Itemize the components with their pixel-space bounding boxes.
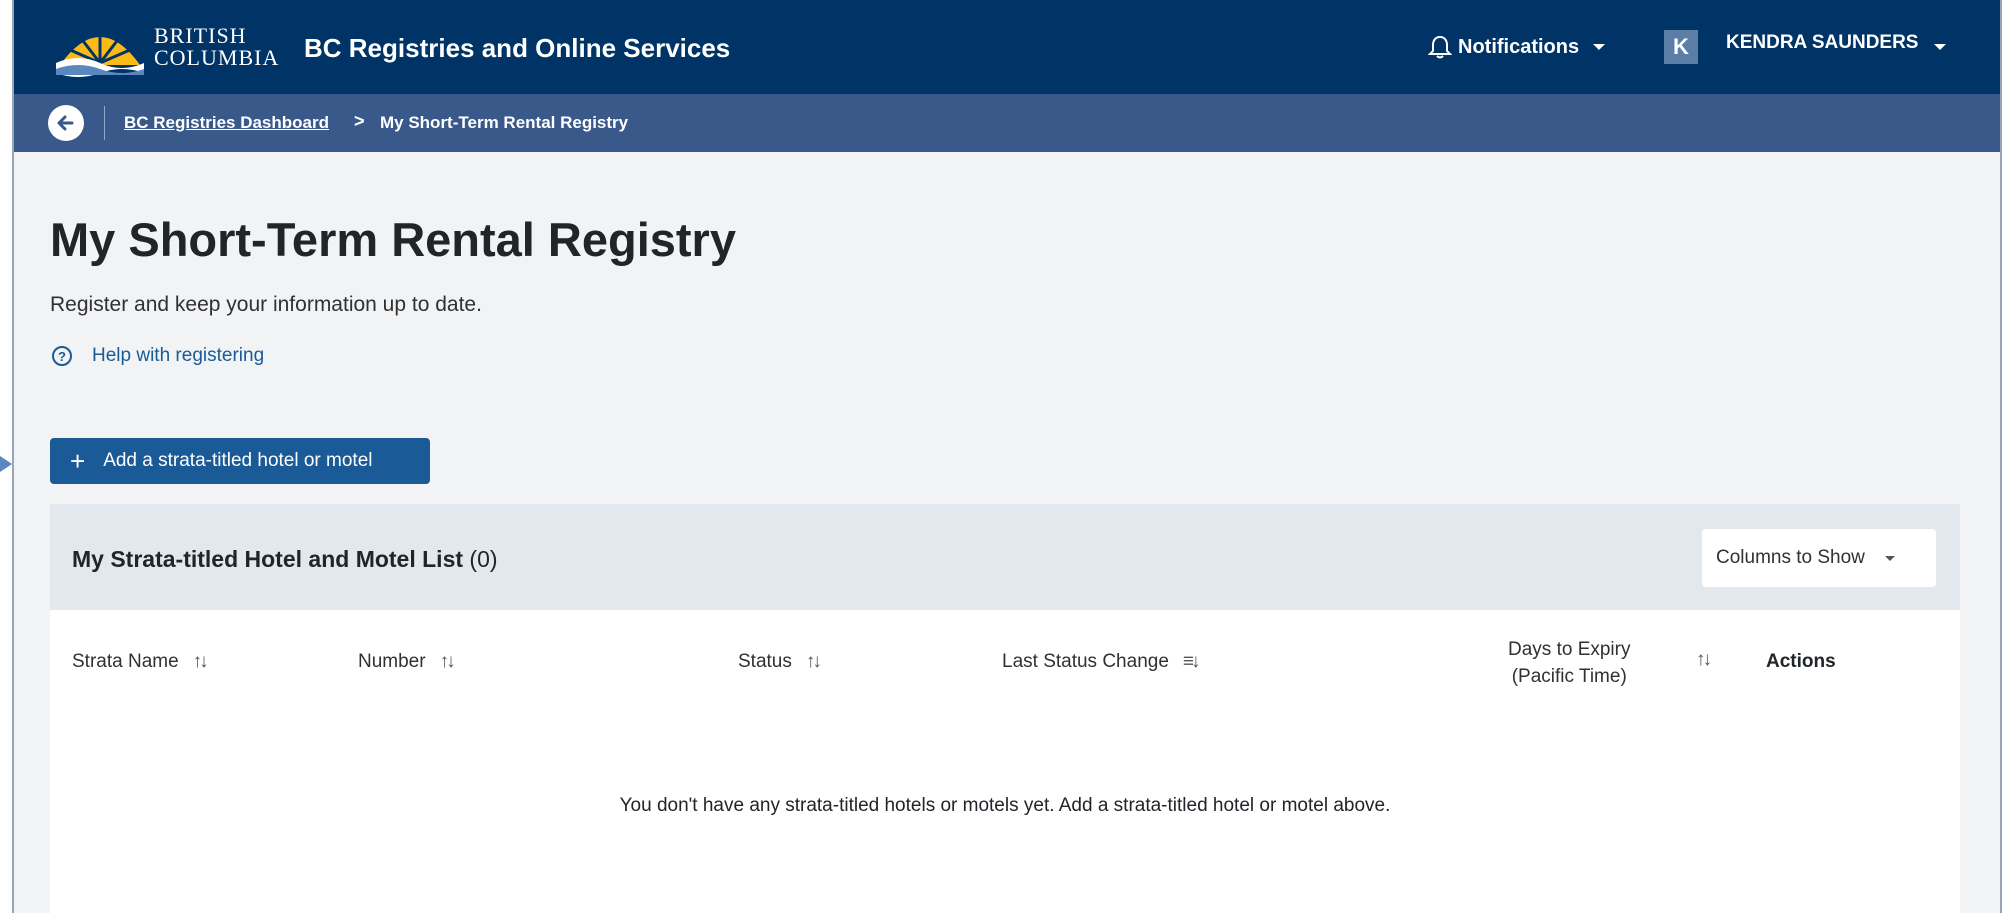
avatar: K (1664, 30, 1698, 64)
breadcrumb-divider (104, 106, 105, 140)
column-header-status[interactable]: Status ↑↓ (738, 651, 822, 673)
back-button[interactable] (48, 105, 84, 141)
notifications-label: Notifications (1458, 35, 1580, 58)
hotel-list-title: My Strata-titled Hotel and Motel List (0… (72, 546, 498, 573)
hotel-list-card: My Strata-titled Hotel and Motel List (0… (50, 504, 1960, 913)
breadcrumb: BC Registries Dashboard > My Short-Term … (14, 94, 2000, 152)
bc-logo[interactable]: BRITISH COLUMBIA (54, 12, 294, 82)
user-name: KENDRA SAUNDERS (1726, 32, 1919, 53)
hotel-list-header: My Strata-titled Hotel and Motel List (0… (50, 504, 1960, 610)
sort-icon[interactable]: ↑↓ (1696, 649, 1712, 671)
app-title[interactable]: BC Registries and Online Services (304, 33, 730, 64)
column-label: Last Status Change (1002, 651, 1169, 672)
chevron-down-icon (1934, 44, 1947, 50)
notifications-menu[interactable]: Notifications (1428, 34, 1606, 60)
column-label: Status (738, 651, 792, 672)
arrow-left-icon (57, 115, 74, 131)
empty-state-message: You don't have any strata-titled hotels … (619, 795, 1391, 816)
sort-desc-icon[interactable]: ≡↓ (1183, 651, 1201, 673)
column-header-last-status-change[interactable]: Last Status Change ≡↓ (1002, 651, 1201, 673)
help-link-label: Help with registering (92, 345, 265, 366)
column-header-strata-name[interactable]: Strata Name ↑↓ (72, 651, 209, 673)
chevron-down-icon (1884, 555, 1895, 561)
help-link[interactable]: ? Help with registering (52, 345, 264, 367)
column-label-line-1: Days to Expiry (1508, 639, 1631, 660)
sort-icon[interactable]: ↑↓ (806, 651, 822, 673)
sort-icon[interactable]: ↑↓ (440, 651, 456, 673)
column-label: Number (358, 651, 426, 672)
app-frame: BRITISH COLUMBIA BC Registries and Onlin… (12, 0, 2002, 913)
user-menu[interactable]: K KENDRA SAUNDERS (1664, 30, 1947, 64)
chevron-down-icon (1593, 44, 1606, 50)
column-header-days-to-expiry[interactable]: Days to Expiry (Pacific Time) (1508, 636, 1630, 690)
page-subtitle: Register and keep your information up to… (50, 293, 482, 316)
top-header: BRITISH COLUMBIA BC Registries and Onlin… (14, 0, 2000, 94)
logo-line-2: COLUMBIA (154, 45, 280, 70)
add-hotel-button[interactable]: + Add a strata-titled hotel or motel (50, 438, 430, 484)
column-header-actions: Actions (1766, 651, 1836, 672)
add-hotel-button-label: Add a strata-titled hotel or motel (103, 450, 373, 471)
breadcrumb-current: My Short-Term Rental Registry (380, 113, 629, 132)
breadcrumb-dashboard-link[interactable]: BC Registries Dashboard (124, 113, 329, 133)
bc-logo-text: BRITISH COLUMBIA (154, 25, 279, 69)
breadcrumb-separator: > (354, 111, 365, 131)
bell-icon (1428, 35, 1452, 59)
page-title: My Short-Term Rental Registry (50, 213, 736, 266)
bc-sun-logo-icon (56, 31, 144, 77)
plus-icon: + (70, 446, 86, 476)
column-label: Strata Name (72, 651, 179, 672)
sort-icon[interactable]: ↑↓ (193, 651, 209, 673)
hotel-list-title-text: My Strata-titled Hotel and Motel List (72, 546, 464, 572)
columns-to-show-select[interactable]: Columns to Show (1702, 529, 1936, 587)
columns-to-show-label: Columns to Show (1716, 547, 1865, 568)
column-label-line-2: (Pacific Time) (1511, 666, 1627, 687)
logo-line-1: BRITISH (154, 23, 247, 48)
left-edge-marker (0, 456, 12, 472)
help-circle-icon: ? (52, 346, 72, 366)
column-header-number[interactable]: Number ↑↓ (358, 651, 456, 673)
hotel-list-count: (0) (469, 546, 498, 572)
